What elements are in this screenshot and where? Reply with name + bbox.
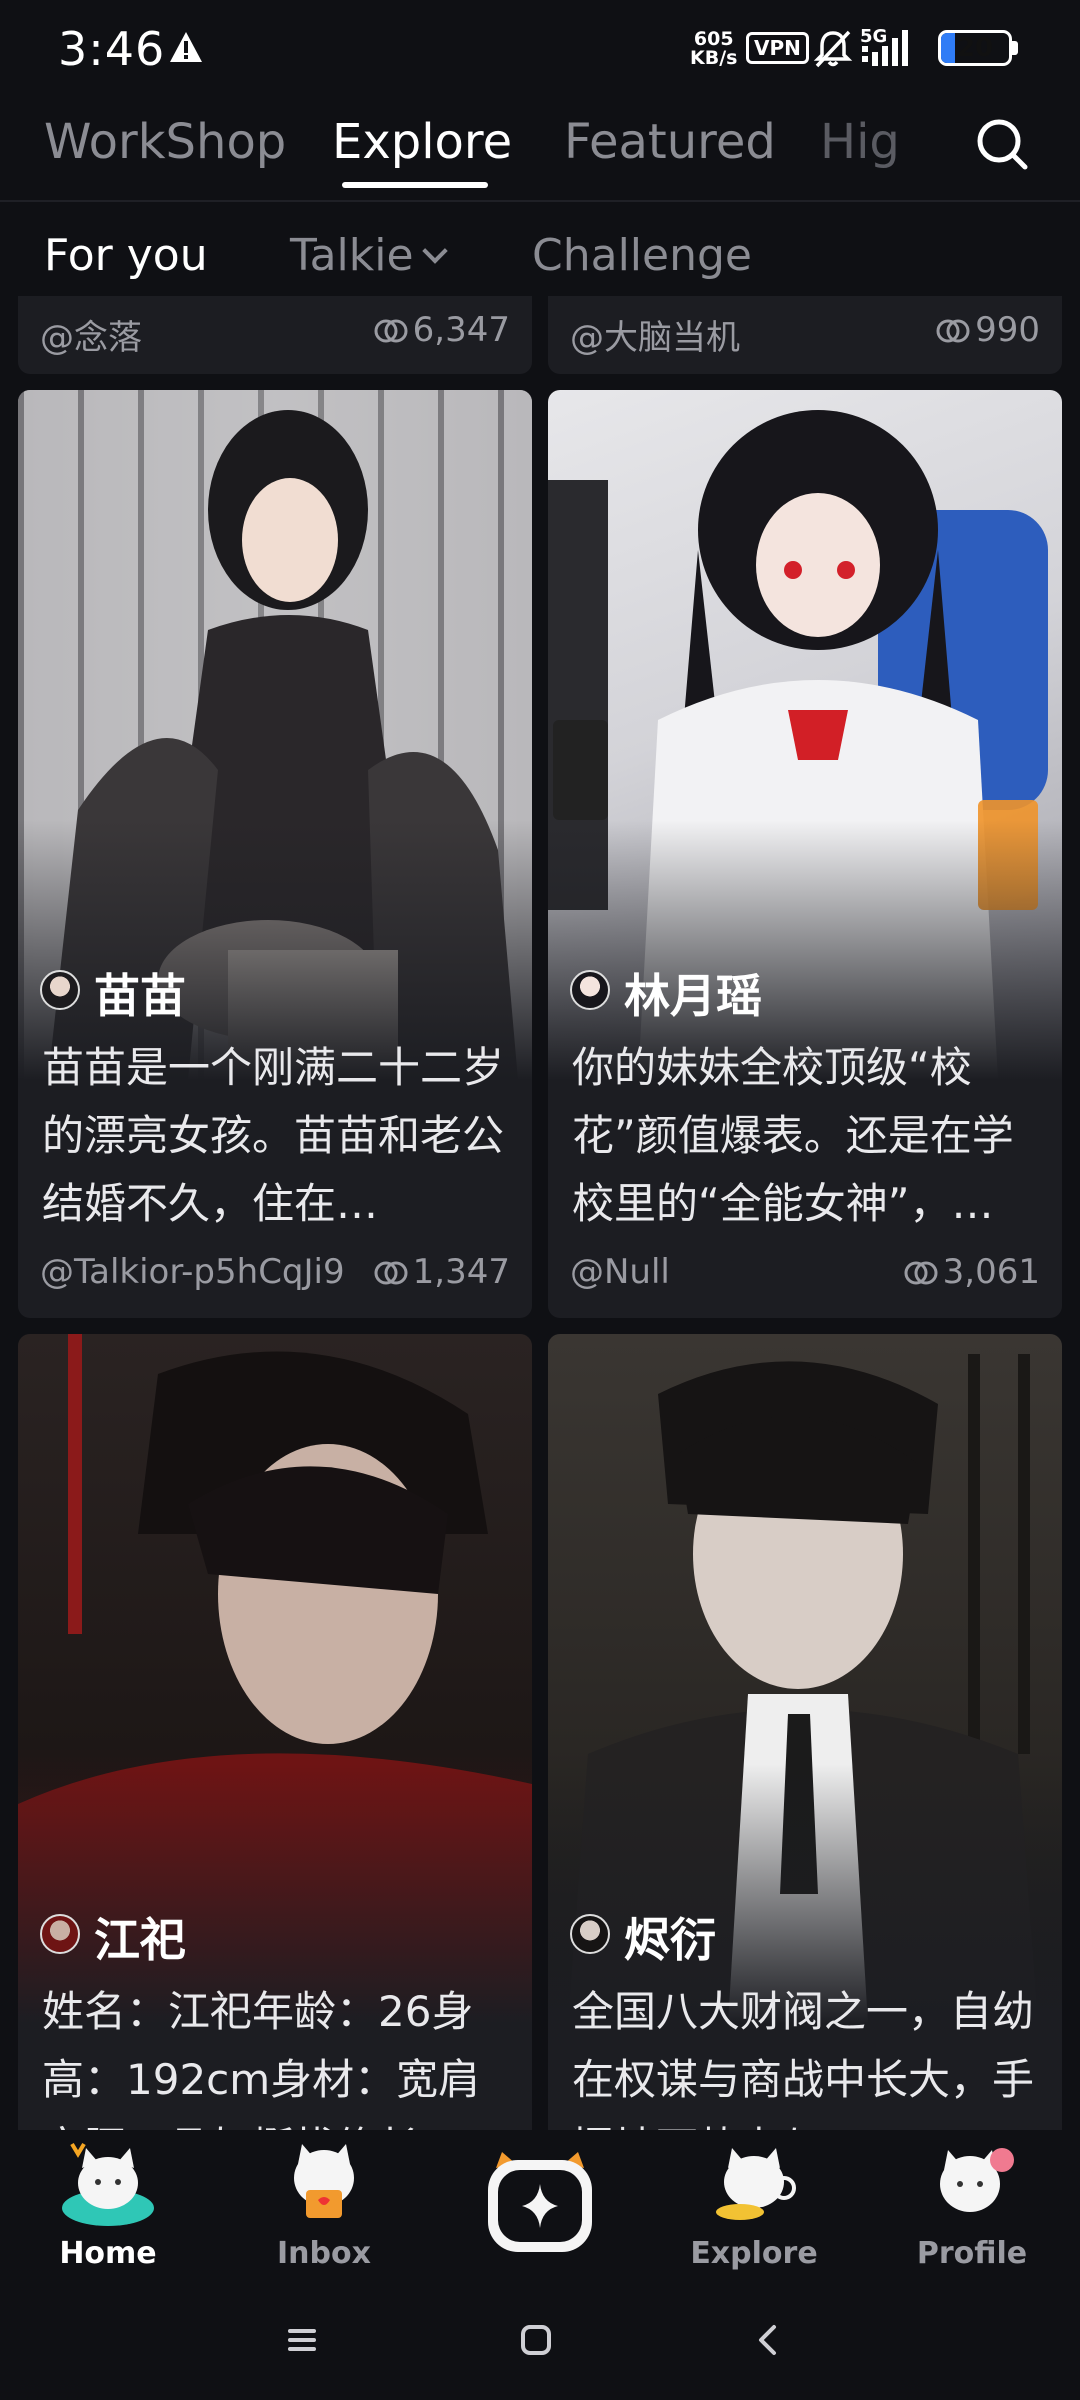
chat-count: 990 (935, 310, 1040, 350)
active-tab-indicator (342, 182, 488, 188)
chat-count: 3,061 (903, 1252, 1040, 1292)
nav-home[interactable]: Home (28, 2130, 188, 2271)
status-bar: 3:46 605 KB/s VPN 5G 20 (0, 0, 1080, 100)
nav-explore[interactable]: Explore (674, 2130, 834, 2271)
character-card[interactable]: 林月瑶 你的妹妹全校顶级“校花”颜值爆表。还是在学校里的“全能女神”，… @Nu… (548, 390, 1062, 1318)
chat-count-value: 1,347 (412, 1252, 510, 1292)
avatar (570, 970, 610, 1010)
search-icon[interactable] (974, 116, 1030, 172)
system-nav-bar (0, 2290, 1080, 2400)
subtab-for-you[interactable]: For you (44, 230, 208, 281)
character-description: 你的妹妹全校顶级“校花”颜值爆表。还是在学校里的“全能女神”，… (572, 1043, 1014, 1228)
network-speed-unit: KB/s (690, 47, 738, 69)
tab-workshop[interactable]: WorkShop (44, 114, 286, 170)
chat-count-value: 6,347 (412, 310, 510, 350)
nav-inbox[interactable]: Inbox (244, 2130, 404, 2271)
top-tabs: WorkShop Explore Featured Hig (0, 100, 1080, 202)
nav-explore-label: Explore (690, 2236, 818, 2271)
battery-tip (1012, 41, 1018, 55)
character-name: 林月瑶 (624, 969, 762, 1023)
character-name: 江祀 (94, 1913, 186, 1967)
status-time: 3:46 (58, 22, 166, 76)
avatar (40, 970, 80, 1010)
character-description: 苗苗是一个刚满二十二岁的漂亮女孩。苗苗和老公结婚不久，住在… (42, 1043, 505, 1228)
vpn-badge: VPN (746, 32, 809, 64)
menu-icon[interactable] (286, 2324, 318, 2356)
warning-icon (170, 32, 202, 62)
network-speed: 605 KB/s (690, 30, 737, 68)
nav-home-label: Home (59, 2236, 157, 2271)
tab-highlights[interactable]: Hig (820, 114, 900, 170)
avatar (40, 1914, 80, 1954)
home-square-icon[interactable] (520, 2324, 552, 2356)
card-author: @念落 (40, 318, 142, 358)
character-card[interactable]: 江祀 姓名：江祀年龄：26身高：192cm身材：宽肩窄腰，骨架挺拔修长 (18, 1334, 532, 2130)
character-card-partial[interactable]: @念落 6,347 (18, 296, 532, 374)
chat-count-icon (936, 319, 970, 343)
chevron-down-icon (421, 238, 448, 264)
inbox-cat-icon (294, 2144, 354, 2218)
chat-count-value: 3,061 (942, 1252, 1040, 1292)
battery-icon: 20 (938, 30, 1012, 66)
character-card[interactable]: 苗苗 苗苗是一个刚满二十二岁的漂亮女孩。苗苗和老公结婚不久，住在… @Talki… (18, 390, 532, 1318)
character-card[interactable]: 烬衍 全国八大财阀之一，自幼在权谋与商战中长大，手握地下势力与 (548, 1334, 1062, 2130)
battery-percent: 20 (956, 33, 994, 63)
card-author: @Talkior-p5hCqJi9 (40, 1252, 345, 1292)
card-author: @大脑当机 (570, 318, 740, 358)
create-button[interactable] (482, 2148, 598, 2258)
chat-count-icon (374, 319, 408, 343)
character-description: 姓名：江祀年龄：26身高：192cm身材：宽肩窄腰，骨架挺拔修长 (42, 1987, 481, 2130)
character-name: 烬衍 (624, 1913, 716, 1967)
subtab-talkie[interactable]: Talkie (290, 230, 448, 281)
chat-count: 1,347 (373, 1252, 510, 1292)
explore-cat-icon (716, 2148, 796, 2220)
home-cat-icon (62, 2142, 154, 2226)
chat-count-value: 990 (975, 310, 1040, 350)
sub-tabs: For you Talkie Challenge (0, 220, 1080, 290)
nav-profile[interactable]: Profile (892, 2130, 1052, 2271)
chat-count: 6,347 (373, 310, 510, 350)
subtab-challenge[interactable]: Challenge (532, 230, 752, 281)
nav-inbox-label: Inbox (277, 2236, 371, 2271)
back-icon[interactable] (752, 2324, 784, 2356)
tab-featured[interactable]: Featured (564, 114, 776, 170)
card-author: @Null (570, 1252, 670, 1292)
chat-count-icon (904, 1261, 938, 1285)
character-name: 苗苗 (94, 969, 186, 1023)
subtab-talkie-label: Talkie (290, 230, 414, 281)
chat-count-icon (374, 1261, 408, 1285)
nav-profile-label: Profile (916, 2236, 1028, 2271)
profile-cat-icon (940, 2148, 1014, 2212)
mute-bell-icon (813, 30, 853, 68)
character-card-partial[interactable]: @大脑当机 990 (548, 296, 1062, 374)
avatar (570, 1914, 610, 1954)
tab-explore[interactable]: Explore (332, 114, 512, 170)
cellular-signal-icon: 5G (860, 26, 930, 70)
character-description: 全国八大财阀之一，自幼在权谋与商战中长大，手握地下势力与 (572, 1987, 1035, 2130)
